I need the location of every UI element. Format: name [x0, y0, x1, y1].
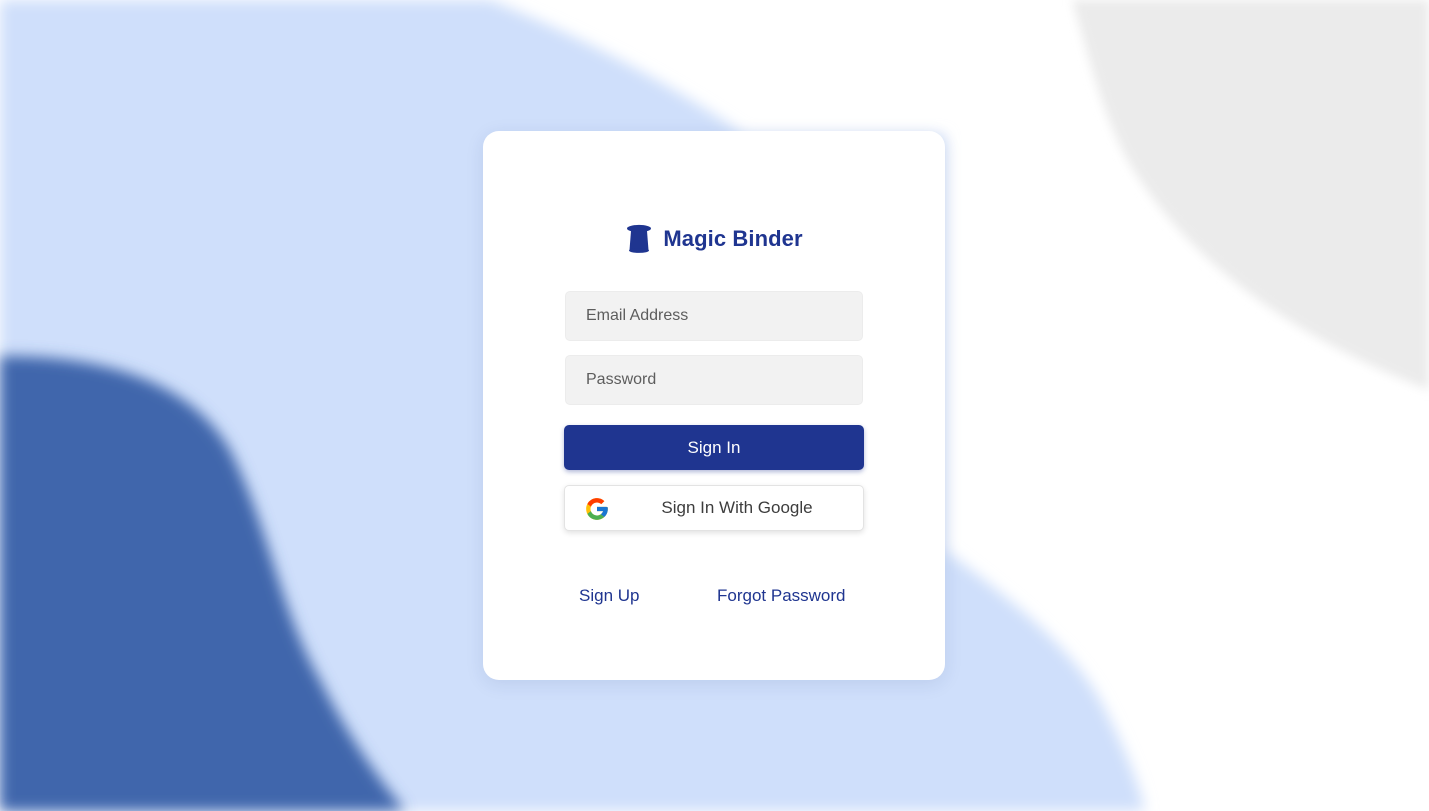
login-card: Magic Binder Sign In Sign In With Google…: [483, 131, 945, 680]
password-field[interactable]: [565, 355, 863, 405]
brand-name: Magic Binder: [663, 226, 803, 251]
sign-up-link[interactable]: Sign Up: [579, 586, 639, 606]
google-sign-in-button[interactable]: Sign In With Google: [564, 485, 864, 531]
email-field[interactable]: [565, 291, 863, 341]
brand: Magic Binder: [483, 223, 945, 255]
sign-in-button[interactable]: Sign In: [564, 425, 864, 470]
gray-blob: [1072, 0, 1429, 390]
hat-icon: [627, 224, 652, 253]
google-icon: [586, 498, 608, 520]
forgot-password-link[interactable]: Forgot Password: [717, 586, 846, 606]
google-sign-in-label: Sign In With Google: [661, 498, 813, 517]
